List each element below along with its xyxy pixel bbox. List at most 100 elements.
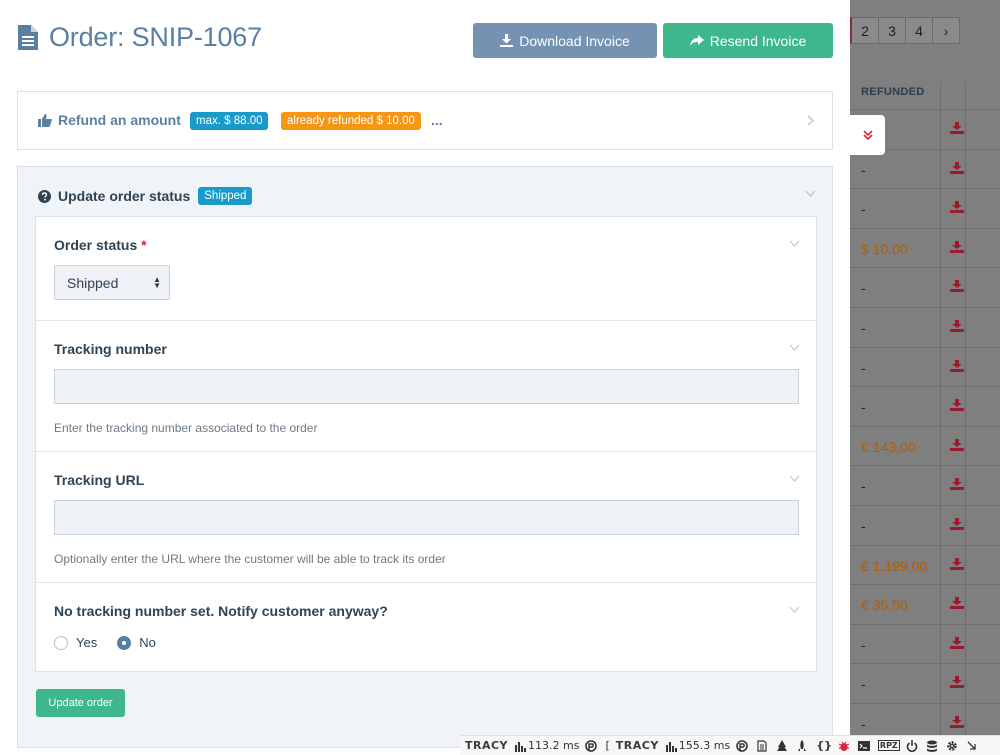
table-row: -	[850, 308, 1000, 348]
refund-label: Refund an amount	[58, 112, 181, 128]
terminal-icon[interactable]	[857, 740, 872, 752]
download-icon[interactable]	[950, 636, 964, 649]
download-icon	[500, 34, 514, 47]
download-icon[interactable]	[950, 122, 964, 134]
table-row: € 35,50	[850, 585, 1000, 625]
refunded-cell: -	[861, 359, 866, 376]
select-arrows-icon: ▲ ▼	[153, 275, 161, 290]
tracking-number-field: Tracking number Enter the tracking numbe…	[36, 321, 816, 452]
refunded-cell: -	[861, 319, 866, 336]
resend-invoice-button[interactable]: Resend Invoice	[663, 23, 833, 58]
document-icon	[18, 25, 38, 50]
tree-icon[interactable]	[776, 739, 790, 752]
chevron-down-icon[interactable]	[805, 190, 816, 197]
tracking-url-input[interactable]	[54, 500, 799, 535]
download-icon[interactable]	[950, 438, 964, 451]
tracy-timer[interactable]: 113.2 ms	[514, 739, 579, 752]
download-icon[interactable]	[950, 597, 964, 610]
chevron-down-icon[interactable]	[789, 344, 800, 351]
table-row: -	[850, 348, 1000, 388]
tracking-url-help: Optionally enter the URL where the custo…	[54, 552, 446, 566]
refunded-cell: € 35,50	[861, 597, 908, 614]
rocket-icon[interactable]	[796, 739, 810, 752]
page-next[interactable]: ›	[932, 17, 960, 44]
table-row: -	[850, 466, 1000, 506]
download-icon[interactable]	[950, 478, 964, 491]
download-icon[interactable]	[950, 359, 964, 372]
braces-icon[interactable]: {}	[816, 739, 832, 752]
processwire-icon[interactable]	[736, 739, 750, 752]
pagination: 2 3 4 ›	[850, 17, 960, 44]
tracking-number-input[interactable]	[54, 369, 799, 404]
database-icon[interactable]	[926, 740, 940, 752]
chevron-right-icon	[807, 115, 814, 126]
refunded-cell: -	[861, 280, 866, 297]
tracking-number-help: Enter the tracking number associated to …	[54, 421, 318, 435]
rpz-icon[interactable]: RPZ	[877, 740, 900, 751]
table-row: -	[850, 506, 1000, 546]
chevron-down-icon[interactable]	[789, 240, 800, 247]
gear-icon[interactable]	[946, 740, 960, 752]
download-icon[interactable]	[950, 280, 964, 293]
notify-no-radio[interactable]: No	[117, 635, 156, 650]
table-row: -	[850, 150, 1000, 190]
thumbs-up-icon	[38, 113, 52, 127]
refunded-cell: -	[861, 715, 866, 732]
bracket-icon: [	[605, 739, 610, 752]
tracy-timer[interactable]: 155.3 ms	[665, 739, 730, 752]
page-2[interactable]: 2	[850, 17, 879, 44]
chevron-down-icon[interactable]	[789, 606, 800, 613]
download-icon[interactable]	[950, 319, 964, 332]
order-title: Order: SNIP-1067	[49, 22, 262, 52]
refunded-cell: -	[861, 676, 866, 693]
refunded-cell: -	[861, 201, 866, 218]
table-row: -	[850, 387, 1000, 427]
download-invoice-button[interactable]: Download Invoice	[473, 23, 657, 58]
minimize-icon[interactable]	[966, 740, 980, 752]
refunded-cell: € 1.199,00	[861, 557, 928, 574]
update-status-section: Update order status Shipped Order status…	[17, 166, 833, 748]
order-status-field: Order status * Shipped ▲ ▼	[36, 217, 816, 321]
refunded-cell: -	[861, 161, 866, 178]
status-fields: Order status * Shipped ▲ ▼ Tracking numbe…	[35, 216, 817, 672]
power-icon[interactable]	[906, 739, 920, 752]
table-row: -	[850, 664, 1000, 704]
refunded-cell: -	[861, 478, 866, 495]
page-3[interactable]: 3	[878, 17, 906, 44]
refunded-cell: € 143,00	[861, 438, 916, 455]
download-icon[interactable]	[950, 399, 964, 412]
bar-chart-icon	[515, 741, 527, 752]
notify-yes-radio[interactable]: Yes	[54, 635, 97, 650]
refunded-cell: -	[861, 517, 866, 534]
download-icon[interactable]	[950, 557, 964, 570]
chevron-down-icon[interactable]	[789, 475, 800, 482]
download-icon[interactable]	[950, 161, 964, 174]
download-icon[interactable]	[950, 676, 964, 689]
download-icon[interactable]	[950, 240, 964, 253]
download-icon[interactable]	[950, 517, 964, 530]
bug-icon[interactable]	[838, 740, 852, 752]
collapse-toggle[interactable]	[850, 115, 885, 155]
order-status-select[interactable]: Shipped ▲ ▼	[54, 265, 170, 300]
table-row: -	[850, 268, 1000, 308]
update-order-button[interactable]: Update order	[36, 689, 125, 717]
double-chevron-down-icon	[862, 130, 873, 141]
table-body: - - $ 10.00 - - - - € 143,00 - - € 1.199,00 € 35,50…	[850, 110, 1000, 744]
tracking-url-field: Tracking URL Optionally enter the URL wh…	[36, 452, 816, 583]
question-circle-icon	[38, 189, 51, 203]
page-4[interactable]: 4	[905, 17, 933, 44]
download-icon[interactable]	[950, 201, 964, 214]
column-header-refunded: REFUNDED	[850, 82, 1000, 110]
file-icon[interactable]	[756, 739, 770, 752]
order-panel: Order: SNIP-1067 Download Invoice Resend…	[0, 0, 850, 755]
download-icon[interactable]	[950, 715, 964, 728]
share-icon	[689, 34, 704, 46]
tracy-logo[interactable]: TRACY	[465, 739, 508, 752]
background-orders-list: 2 3 4 › REFUNDED - - $ 10.00- - - - € 143,00- -…	[850, 0, 1000, 755]
notify-field: No tracking number set. Notify customer …	[36, 583, 816, 671]
table-row: -	[850, 189, 1000, 229]
refund-section[interactable]: Refund an amount max. $ 88.00 already re…	[17, 91, 833, 150]
table-row: € 1.199,00	[850, 546, 1000, 586]
tracy-logo[interactable]: TRACY	[616, 739, 659, 752]
processwire-icon[interactable]	[585, 739, 599, 752]
